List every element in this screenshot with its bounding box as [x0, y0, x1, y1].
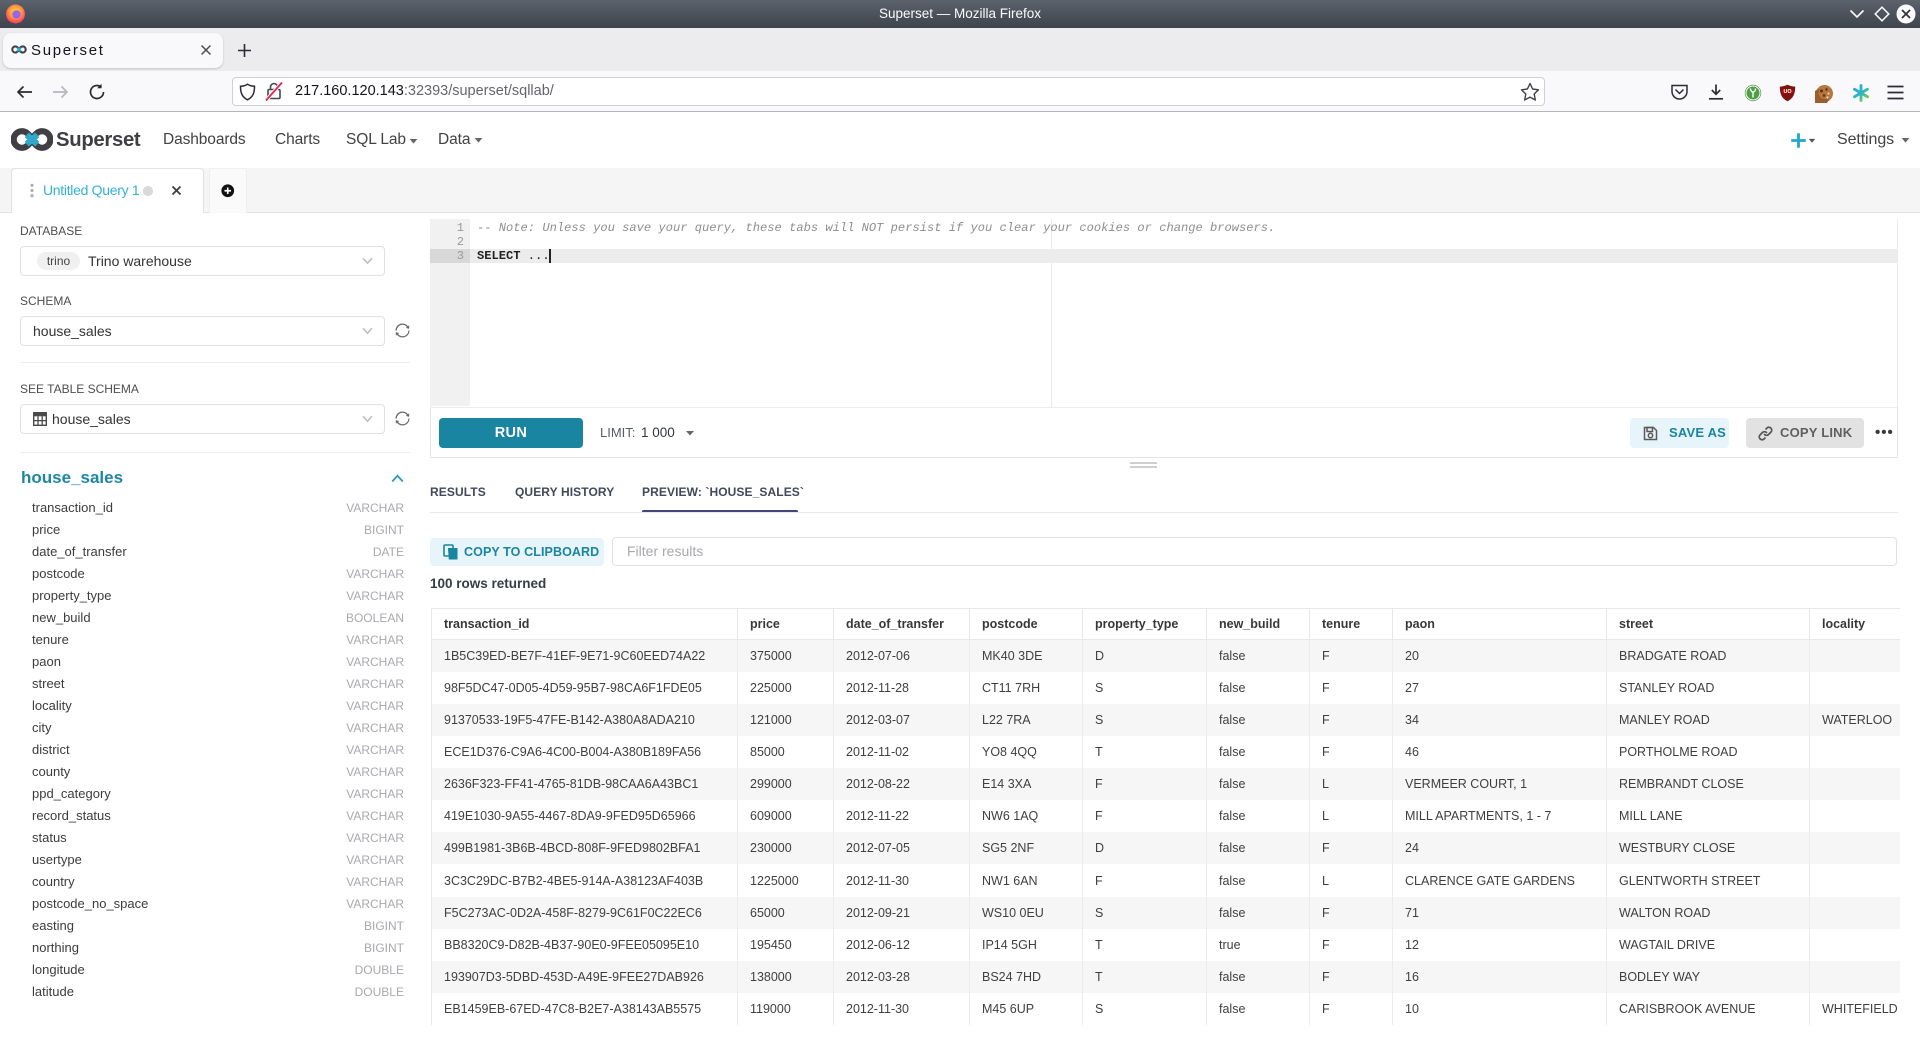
svg-text:UO: UO	[1783, 89, 1791, 95]
